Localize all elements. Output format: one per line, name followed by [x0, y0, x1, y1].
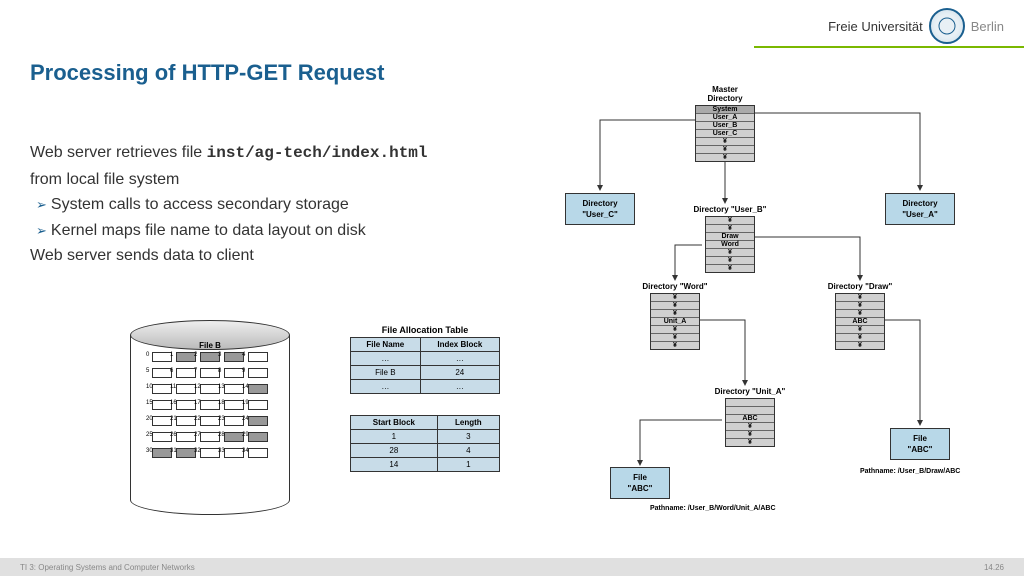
disk-block: 28 — [224, 432, 244, 442]
body-content: Web server retrieves file inst/ag-tech/i… — [30, 140, 450, 269]
dir-unit-label: Directory "Unit_A" — [700, 387, 800, 396]
disk-block: 31 — [176, 448, 196, 458]
disk-block: 8 — [224, 368, 244, 378]
dir-draw-label: Directory "Draw" — [815, 282, 905, 291]
dir-user-a: Directory "User_A" — [885, 193, 955, 225]
disk-block: 18 — [224, 400, 244, 410]
file-path: inst/ag-tech/index.html — [207, 144, 428, 162]
unit-list: ABC¥¥¥ — [725, 398, 775, 447]
pathname-2: Pathname: /User_B/Draw/ABC — [860, 468, 960, 475]
draw-list: ¥¥¥ABC¥¥¥ — [835, 293, 885, 350]
line2: Web server sends data to client — [30, 243, 450, 269]
slide-title: Processing of HTTP-GET Request — [30, 60, 385, 86]
disk-block: 7 — [200, 368, 220, 378]
disk-block: 33 — [224, 448, 244, 458]
line1b: from local file system — [30, 171, 179, 188]
disk-block: 20 — [152, 416, 172, 426]
bullet-1: System calls to access secondary storage — [36, 192, 450, 218]
disk-block: 29 — [248, 432, 268, 442]
disk-block: 15 — [152, 400, 172, 410]
slide-footer: TI 3: Operating Systems and Computer Net… — [0, 558, 1024, 576]
university-header: Freie Universität Berlin — [828, 8, 1004, 44]
disk-block: 4 — [248, 352, 268, 362]
file-abc-2: File "ABC" — [890, 428, 950, 460]
disk-block: 23 — [224, 416, 244, 426]
disk-block: 19 — [248, 400, 268, 410]
disk-block: 14 — [248, 384, 268, 394]
disk-block: 34 — [248, 448, 268, 458]
master-dir-label: Master Directory — [695, 85, 755, 103]
disk-block: 17 — [200, 400, 220, 410]
disk-block: 32 — [200, 448, 220, 458]
header-divider — [754, 46, 1024, 48]
disk-block: 13 — [224, 384, 244, 394]
disk-block: 0 — [152, 352, 172, 362]
disk-label: File B — [141, 341, 279, 350]
disk-block: 25 — [152, 432, 172, 442]
disk-block: 10 — [152, 384, 172, 394]
dir-user-c: Directory "User_C" — [565, 193, 635, 225]
disk-block: 3 — [224, 352, 244, 362]
disk-block: 21 — [176, 416, 196, 426]
master-list: SystemUser_AUser_BUser_C¥¥¥ — [695, 105, 755, 162]
disk-block: 6 — [176, 368, 196, 378]
dir-word-label: Directory "Word" — [630, 282, 720, 291]
file-abc-1: File "ABC" — [610, 467, 670, 499]
word-list: ¥¥¥Unit_A¥¥¥ — [650, 293, 700, 350]
disk-block: 22 — [200, 416, 220, 426]
dir-b-list: ¥¥DrawWord¥¥¥ — [705, 216, 755, 273]
pathname-1: Pathname: /User_B/Word/Unit_A/ABC — [650, 505, 776, 512]
disk-block: 24 — [248, 416, 268, 426]
footer-right: 14.26 — [984, 563, 1004, 572]
disk-block: 9 — [248, 368, 268, 378]
block-table: Start BlockLength 13284141 — [350, 415, 500, 472]
uni-name-left: Freie Universität — [828, 19, 923, 34]
disk-block: 11 — [176, 384, 196, 394]
fat-title: File Allocation Table — [350, 325, 500, 335]
disk-block: 5 — [152, 368, 172, 378]
bullet-2: Kernel maps file name to data layout on … — [36, 218, 450, 244]
disk-block: 12 — [200, 384, 220, 394]
disk-block: 26 — [176, 432, 196, 442]
dir-user-b-label: Directory "User_B" — [685, 205, 775, 214]
university-seal-icon — [929, 8, 965, 44]
disk-block: 27 — [200, 432, 220, 442]
disk-block: 1 — [176, 352, 196, 362]
fat-table: File Allocation Table File NameIndex Blo… — [350, 325, 500, 394]
disk-block: 30 — [152, 448, 172, 458]
line1a: Web server retrieves file — [30, 144, 207, 161]
uni-name-right: Berlin — [971, 19, 1004, 34]
footer-left: TI 3: Operating Systems and Computer Net… — [20, 563, 195, 572]
disk-block: 2 — [200, 352, 220, 362]
disk-block: 16 — [176, 400, 196, 410]
